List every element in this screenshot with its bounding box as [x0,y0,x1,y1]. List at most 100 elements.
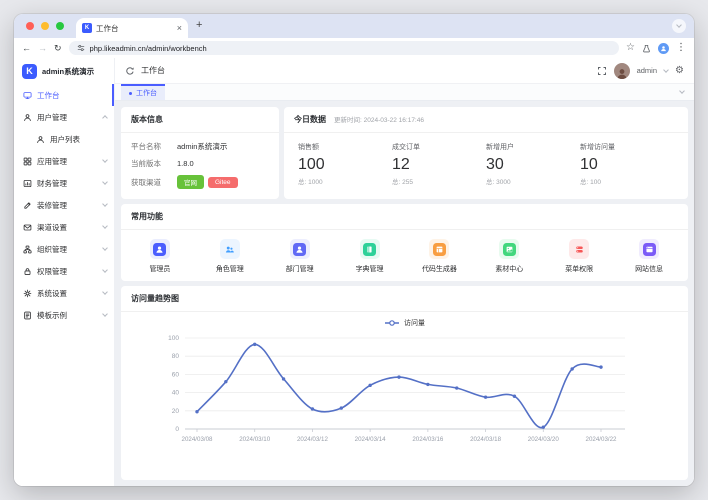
icon-frame [569,239,589,259]
trend-chart-svg[interactable]: 0204060801002024/03/082024/03/102024/03/… [127,330,683,448]
function-item[interactable]: 字典管理 [335,239,405,274]
page-tab-label: 工作台 [136,88,157,98]
sidebar-item-label: 工作台 [37,90,105,101]
data-point[interactable] [483,395,486,398]
sidebar-item[interactable]: 组织管理 [14,238,114,260]
today-card-title: 今日数据 [294,114,326,125]
icon-frame [360,239,380,259]
bookmark-star-icon[interactable]: ☆ [626,43,635,53]
y-tick-label: 0 [175,426,179,433]
data-point[interactable] [368,384,371,387]
data-point[interactable] [455,386,458,389]
address-bar[interactable]: php.likeadmin.cn/admin/workbench [69,41,619,55]
sidebar-item[interactable]: 模板示例 [14,304,114,326]
browser-menu-icon[interactable]: ⋮ [676,43,686,53]
function-item[interactable]: 素材中心 [474,239,544,274]
minimize-window-button[interactable] [41,22,49,30]
page-tab-active[interactable]: 工作台 [121,84,165,100]
chevron-down-icon [102,311,108,317]
x-tick-label: 2024/03/18 [470,436,502,443]
breadcrumb: 工作台 [141,65,165,76]
chart-legend[interactable]: 访问量 [121,318,688,328]
function-item[interactable]: 代码生成器 [405,239,475,274]
admin-icon [155,245,164,254]
traffic-lights [26,22,64,30]
icon-tile [363,243,376,256]
data-point[interactable] [512,395,515,398]
sidebar-item[interactable]: 装修管理 [14,194,114,216]
url-text: php.likeadmin.cn/admin/workbench [90,44,207,53]
function-label: 角色管理 [216,264,244,274]
sidebar-item[interactable]: 工作台 [14,84,114,106]
refresh-icon[interactable] [125,66,135,76]
data-point[interactable] [397,375,400,378]
logo-icon: K [22,64,37,79]
tab-close-icon[interactable]: × [177,24,182,33]
y-tick-label: 40 [171,390,179,397]
sidebar-item[interactable]: 用户管理 [14,106,114,128]
function-label: 部门管理 [286,264,314,274]
username[interactable]: admin [637,66,657,75]
sidebar-item[interactable]: 应用管理 [14,150,114,172]
stat-total: 总: 3000 [486,176,580,186]
function-label: 素材中心 [495,264,523,274]
icon-frame [290,239,310,259]
browser-tab-strip: K 工作台 × + [14,14,694,38]
menu-permission-icon [575,245,584,254]
fullscreen-icon[interactable] [597,66,607,76]
icon-tile [153,243,166,256]
reload-icon[interactable]: ↻ [54,44,62,53]
user-avatar[interactable] [614,63,630,79]
function-item[interactable]: 网站信息 [614,239,684,274]
avatar-person-icon [616,67,628,79]
function-item[interactable]: 部门管理 [265,239,335,274]
chevron-down-icon [102,267,108,273]
sidebar-subitem[interactable]: 用户列表 [14,128,114,150]
data-point[interactable] [195,410,198,413]
function-item[interactable]: 角色管理 [195,239,265,274]
data-point[interactable] [541,425,544,428]
sidebar-item-label: 组织管理 [37,244,98,255]
user-list-icon [36,135,45,144]
app-logo[interactable]: K admin系统演示 [14,58,114,84]
forward-icon[interactable]: → [38,44,47,53]
functions-card-title: 常用功能 [131,211,163,222]
browser-tab[interactable]: K 工作台 × [76,18,188,38]
gear-icon[interactable]: ⚙ [675,66,684,76]
icon-tile [293,243,306,256]
tab-search-button[interactable] [672,19,686,33]
browser-profile-avatar[interactable] [658,43,669,54]
icon-tile [503,243,516,256]
chevron-down-icon [102,201,108,207]
back-icon[interactable]: ← [22,44,31,53]
data-point[interactable] [310,407,313,410]
function-item[interactable]: 管理员 [125,239,195,274]
profile-person-icon [660,45,667,52]
new-tab-button[interactable]: + [196,20,202,31]
function-item[interactable]: 菜单权限 [544,239,614,274]
channel-badge[interactable]: Gitee [208,177,238,188]
data-point[interactable] [281,377,284,380]
site-settings-icon[interactable] [77,44,85,52]
extension-icon[interactable] [642,44,651,53]
sidebar-item-label: 系统设置 [37,288,98,299]
data-point[interactable] [570,367,573,370]
app-manage-icon [23,157,32,166]
code-generator-icon [435,245,444,254]
version-row-label: 当前版本 [131,158,177,169]
sidebar-item[interactable]: 渠道设置 [14,216,114,238]
data-point[interactable] [599,365,602,368]
sidebar-item[interactable]: 财务管理 [14,172,114,194]
stats-row: 销售额 100 总: 1000成交订单 12 总: 255新增用户 30 总: … [284,133,688,186]
data-point[interactable] [339,406,342,409]
data-point[interactable] [253,343,256,346]
data-point[interactable] [426,383,429,386]
sidebar-item[interactable]: 系统设置 [14,282,114,304]
sidebar-item[interactable]: 权限管理 [14,260,114,282]
close-window-button[interactable] [26,22,34,30]
zoom-window-button[interactable] [56,22,64,30]
channel-badge[interactable]: 官网 [177,175,204,189]
chevron-down-icon [102,245,108,251]
tabs-chevron-down-icon[interactable] [679,88,685,94]
data-point[interactable] [224,380,227,383]
